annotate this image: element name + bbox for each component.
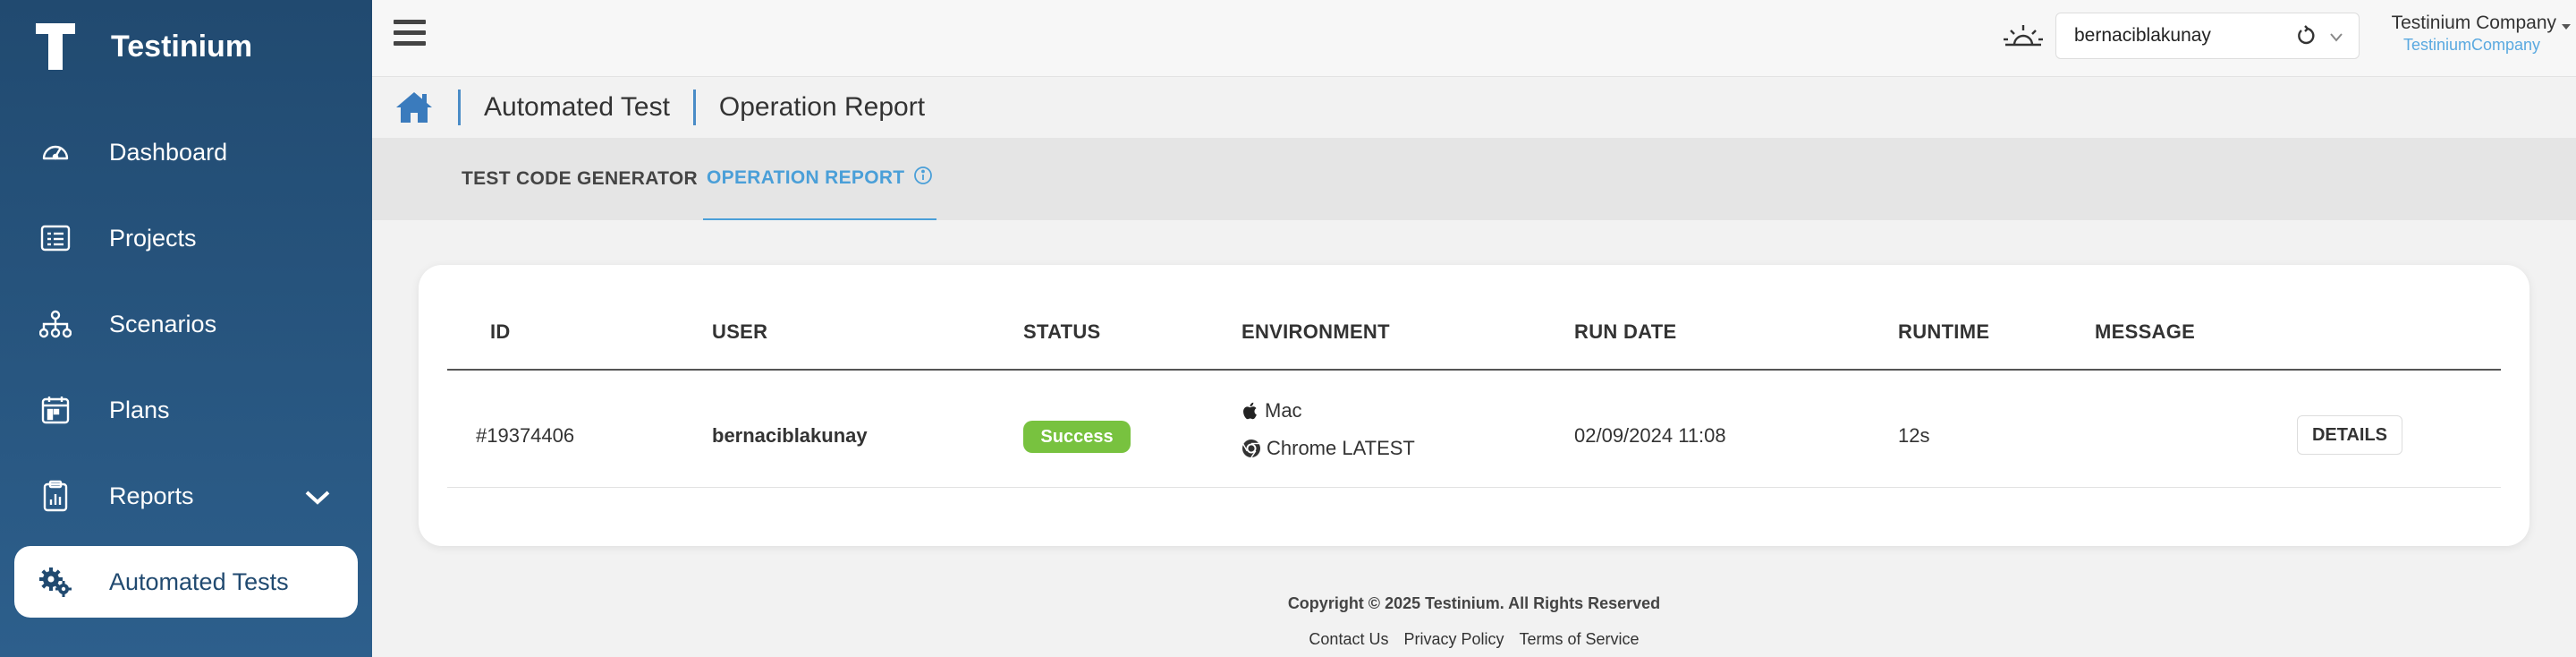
info-icon[interactable] bbox=[913, 166, 933, 191]
column-header-runtime: RUNTIME bbox=[1898, 320, 1990, 343]
table-row-divider bbox=[447, 487, 2501, 488]
tab-label: OPERATION REPORT bbox=[707, 167, 905, 188]
gears-icon bbox=[38, 564, 73, 600]
apple-icon bbox=[1243, 402, 1257, 420]
sidebar-item-automated-tests[interactable]: Automated Tests bbox=[14, 546, 358, 618]
sidebar-item-projects[interactable]: Projects bbox=[14, 202, 358, 274]
caret-down-icon bbox=[2560, 20, 2572, 36]
breadcrumb-item[interactable]: Automated Test bbox=[484, 92, 670, 123]
chevron-down-icon[interactable] bbox=[2328, 28, 2344, 49]
footer-link-terms[interactable]: Terms of Service bbox=[1520, 630, 1640, 648]
sidebar-item-label: Plans bbox=[109, 396, 170, 423]
footer-link-contact[interactable]: Contact Us bbox=[1309, 630, 1388, 648]
column-header-message: MESSAGE bbox=[2095, 320, 2196, 343]
breadcrumb-item: Operation Report bbox=[718, 92, 926, 122]
column-header-run-date: RUN DATE bbox=[1574, 320, 1677, 343]
status-badge: Success bbox=[1023, 421, 1131, 453]
list-card-icon bbox=[38, 220, 73, 256]
calendar-icon bbox=[38, 392, 73, 428]
column-header-user: USER bbox=[712, 320, 768, 343]
sidebar-item-label: Automated Tests bbox=[109, 567, 289, 595]
sidebar-item-label: Projects bbox=[109, 224, 197, 252]
brand-name: Testinium bbox=[111, 29, 253, 64]
column-header-status: STATUS bbox=[1023, 320, 1101, 343]
sidebar-item-plans[interactable]: Plans bbox=[14, 374, 358, 446]
breadcrumb: Automated Test Operation Report bbox=[372, 77, 2576, 138]
column-header-id: ID bbox=[490, 320, 511, 343]
sidebar: Testinium Dashboard Projects Scenarios P… bbox=[0, 0, 372, 657]
hierarchy-icon bbox=[38, 306, 73, 342]
company-subname: TestiniumCompany bbox=[2402, 36, 2540, 54]
user-select-value: bernaciblakunay bbox=[2074, 25, 2211, 46]
sidebar-item-dashboard[interactable]: Dashboard bbox=[14, 116, 358, 188]
row-run-date: 02/09/2024 11:08 bbox=[1574, 424, 1726, 447]
company-name: Testinium Company bbox=[2391, 13, 2556, 33]
environment-browser: Chrome LATEST bbox=[1241, 437, 1415, 460]
chrome-icon bbox=[1242, 439, 1260, 458]
footer-link-privacy[interactable]: Privacy Policy bbox=[1403, 630, 1504, 648]
row-user: bernaciblakunay bbox=[712, 424, 868, 447]
testinium-logo-icon bbox=[36, 23, 75, 70]
refresh-icon[interactable] bbox=[2296, 25, 2318, 52]
row-runtime: 12s bbox=[1898, 424, 1930, 447]
sidebar-item-reports[interactable]: Reports bbox=[14, 460, 358, 532]
table-header-divider bbox=[447, 369, 2501, 371]
user-select[interactable]: bernaciblakunay bbox=[2055, 13, 2360, 59]
tab-test-code-generator[interactable]: TEST CODE GENERATOR bbox=[462, 138, 698, 220]
speedometer-icon bbox=[38, 134, 73, 170]
company-switcher[interactable]: Testinium Company TestiniumCompany bbox=[2391, 13, 2571, 55]
tab-bar: TEST CODE GENERATOR OPERATION REPORT bbox=[372, 138, 2576, 220]
footer-copyright: Copyright © 2025 Testinium. All Rights R… bbox=[1287, 594, 1661, 612]
home-icon[interactable] bbox=[394, 90, 435, 125]
tab-operation-report[interactable]: OPERATION REPORT bbox=[703, 138, 937, 220]
breadcrumb-separator bbox=[692, 90, 696, 125]
sidebar-item-scenarios[interactable]: Scenarios bbox=[14, 288, 358, 360]
sidebar-item-label: Scenarios bbox=[109, 310, 217, 337]
sidebar-item-label: Dashboard bbox=[109, 138, 228, 166]
environment-os: Mac bbox=[1241, 399, 1302, 422]
clipboard-chart-icon bbox=[38, 478, 73, 514]
breadcrumb-separator bbox=[458, 90, 461, 125]
operation-report-card: ID USER STATUS ENVIRONMENT RUN DATE RUNT… bbox=[419, 265, 2529, 546]
chevron-down-icon[interactable] bbox=[304, 485, 331, 513]
sidebar-item-label: Reports bbox=[109, 482, 194, 509]
brand[interactable]: Testinium bbox=[36, 20, 252, 73]
footer-links: Contact Us Privacy Policy Terms of Servi… bbox=[372, 630, 2576, 649]
tab-label: TEST CODE GENERATOR bbox=[462, 168, 698, 189]
details-button[interactable]: DETAILS bbox=[2297, 415, 2402, 455]
theme-toggle-icon[interactable] bbox=[2002, 21, 2045, 52]
row-id: #19374406 bbox=[476, 424, 575, 447]
column-header-environment: ENVIRONMENT bbox=[1241, 320, 1390, 343]
hamburger-menu-icon[interactable] bbox=[394, 20, 426, 48]
top-bar: bernaciblakunay Testinium Company Testin… bbox=[372, 0, 2576, 77]
